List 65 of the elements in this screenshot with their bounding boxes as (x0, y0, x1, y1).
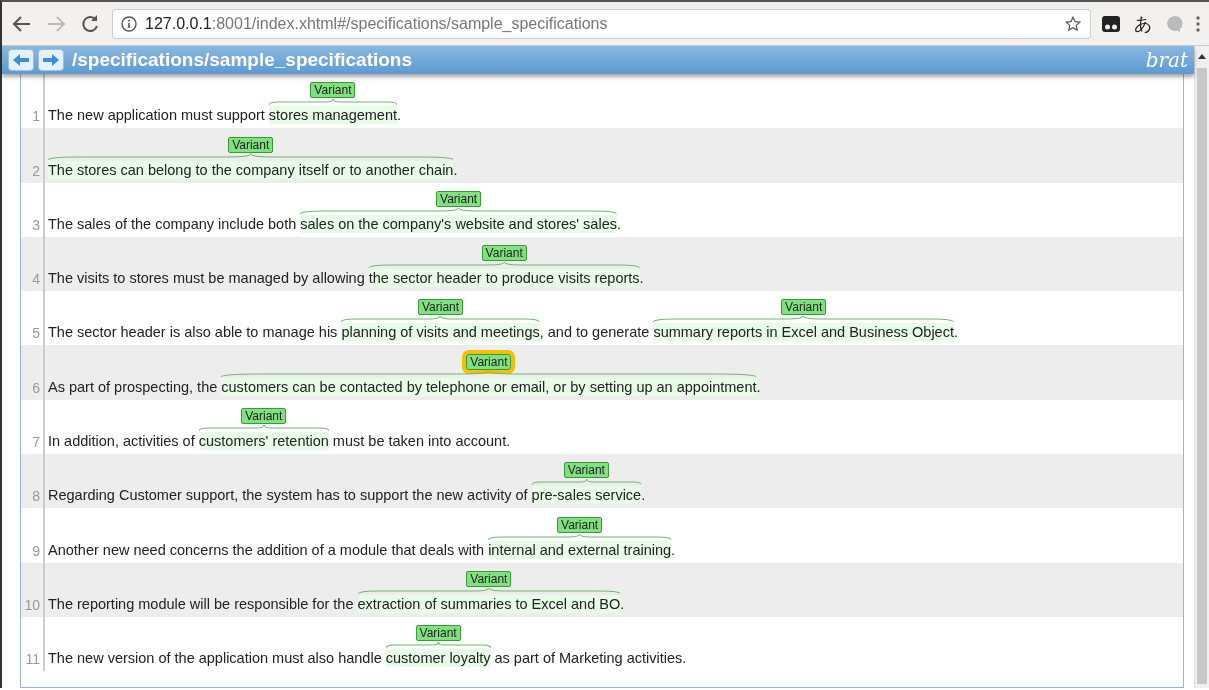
annotated-span[interactable]: summary reports in Excel and Business Object (653, 323, 954, 342)
sentence-text: Regarding Customer support, the system has to support the new activity of (48, 487, 529, 504)
annotated-span[interactable]: pre-sales service (531, 486, 642, 505)
sentence-text: . (756, 378, 761, 395)
logo: brat (1145, 48, 1188, 72)
sentence-text: . (953, 324, 958, 341)
extension-icon[interactable] (1101, 14, 1121, 33)
sentence-text: The new application must support (48, 107, 266, 124)
sentence-text: , and to generate (539, 324, 651, 341)
sentence-text: as part of Marketing activities. (493, 650, 687, 667)
line-number: 6 (21, 345, 45, 400)
sentence-text: Another new need concerns the addition of a module that deals with (48, 541, 486, 558)
address-bar[interactable]: 127.0.0.1:8001/index.xhtml#/specifications/sample_specifications (112, 8, 1091, 39)
annotation-label[interactable]: Variant (310, 82, 356, 99)
sentence-text: The visits to stores must be managed by allowing (48, 270, 366, 287)
right-arrow-icon (42, 53, 60, 67)
line-number: 2 (21, 128, 45, 183)
sentence-text: . (397, 107, 402, 124)
annotation-label[interactable]: Variant (436, 190, 482, 207)
line-number: 8 (21, 454, 45, 509)
annotation-label[interactable]: Variant (563, 462, 609, 479)
annotation-label[interactable]: Variant (466, 570, 512, 587)
annotation-label[interactable]: Variant (241, 408, 287, 425)
sentence-text: The sector header is also able to manage his (48, 324, 339, 341)
annotation-label[interactable]: Variant (557, 516, 603, 533)
line-number: 11 (21, 616, 45, 672)
annotated-span[interactable]: the sector header to produce visits reports (368, 269, 640, 288)
menu-icon[interactable] (1195, 14, 1201, 33)
sentence-text: . (620, 595, 625, 612)
annotation-label[interactable]: Variant (781, 299, 827, 316)
left-arrow-icon (12, 53, 30, 67)
sentence-text: As part of prospecting, the (48, 378, 219, 395)
annotated-span[interactable]: extraction of summaries to Excel and BO (357, 594, 621, 613)
line-number: 4 (21, 236, 45, 292)
sentence-text: The reporting module will be responsible for the (48, 595, 355, 612)
sentence-text: In addition, activities of (48, 433, 196, 450)
extension-glyph[interactable]: あ (1131, 11, 1155, 36)
annotated-span[interactable]: stores management (268, 106, 397, 125)
sentence-text: The sales of the company include both (48, 215, 298, 232)
star-icon[interactable] (1064, 14, 1082, 33)
annotation-label[interactable]: Variant (481, 245, 527, 262)
line-number: 10 (21, 562, 45, 617)
document-path: /specifications/sample_specifications (72, 49, 413, 71)
sentence-text: . (639, 270, 644, 287)
next-button[interactable] (38, 49, 64, 71)
annotated-span[interactable]: internal and external training (488, 540, 672, 559)
scrollbar[interactable] (1194, 46, 1209, 688)
annotation-label[interactable]: Variant (415, 625, 461, 642)
annotated-span[interactable]: sales on the company's website and stores' sales (300, 214, 617, 233)
annotated-span[interactable]: customers can be contacted by telephone or email, or by setting up an appointment (221, 377, 757, 396)
annotated-span[interactable]: The stores can belong to the company itself or to another chain (48, 160, 454, 179)
annotation-label[interactable]: Variant (228, 136, 274, 153)
sentence-text: . (616, 215, 621, 232)
annotated-span[interactable]: planning of visits and meetings (341, 323, 540, 342)
sentence-text: . (641, 487, 646, 504)
info-icon[interactable] (121, 15, 137, 32)
scroll-up-icon[interactable] (1197, 52, 1207, 60)
annotated-span[interactable]: customer loyalty (385, 649, 491, 668)
annotated-span[interactable]: customers' retention (198, 432, 329, 451)
previous-button[interactable] (8, 49, 34, 71)
sentence-text: must be taken into account. (331, 433, 511, 450)
sentence-text: The new version of the application must also handle (48, 650, 383, 667)
sentence-text: . (453, 161, 458, 178)
annotation-label[interactable]: Variant (418, 299, 464, 316)
sentence-text: . (671, 541, 676, 558)
